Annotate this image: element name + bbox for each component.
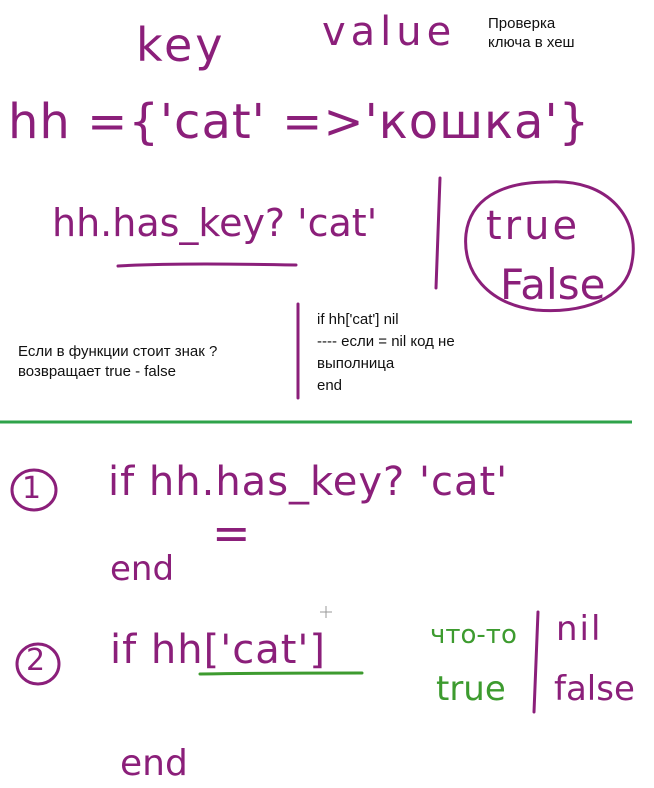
item2-underline — [198, 671, 364, 676]
item1-circle — [10, 468, 58, 512]
has-key-underline — [116, 262, 298, 268]
result-separator — [532, 610, 540, 714]
whiteboard-canvas: key value hh ={'cat' =>'кошка'} hh.has_k… — [0, 0, 654, 788]
crosshair-cursor-icon — [320, 606, 332, 618]
true-false-separator — [434, 176, 442, 290]
ink-strokes — [0, 176, 635, 714]
true-false-circle — [464, 180, 635, 313]
item2-circle — [15, 642, 61, 686]
